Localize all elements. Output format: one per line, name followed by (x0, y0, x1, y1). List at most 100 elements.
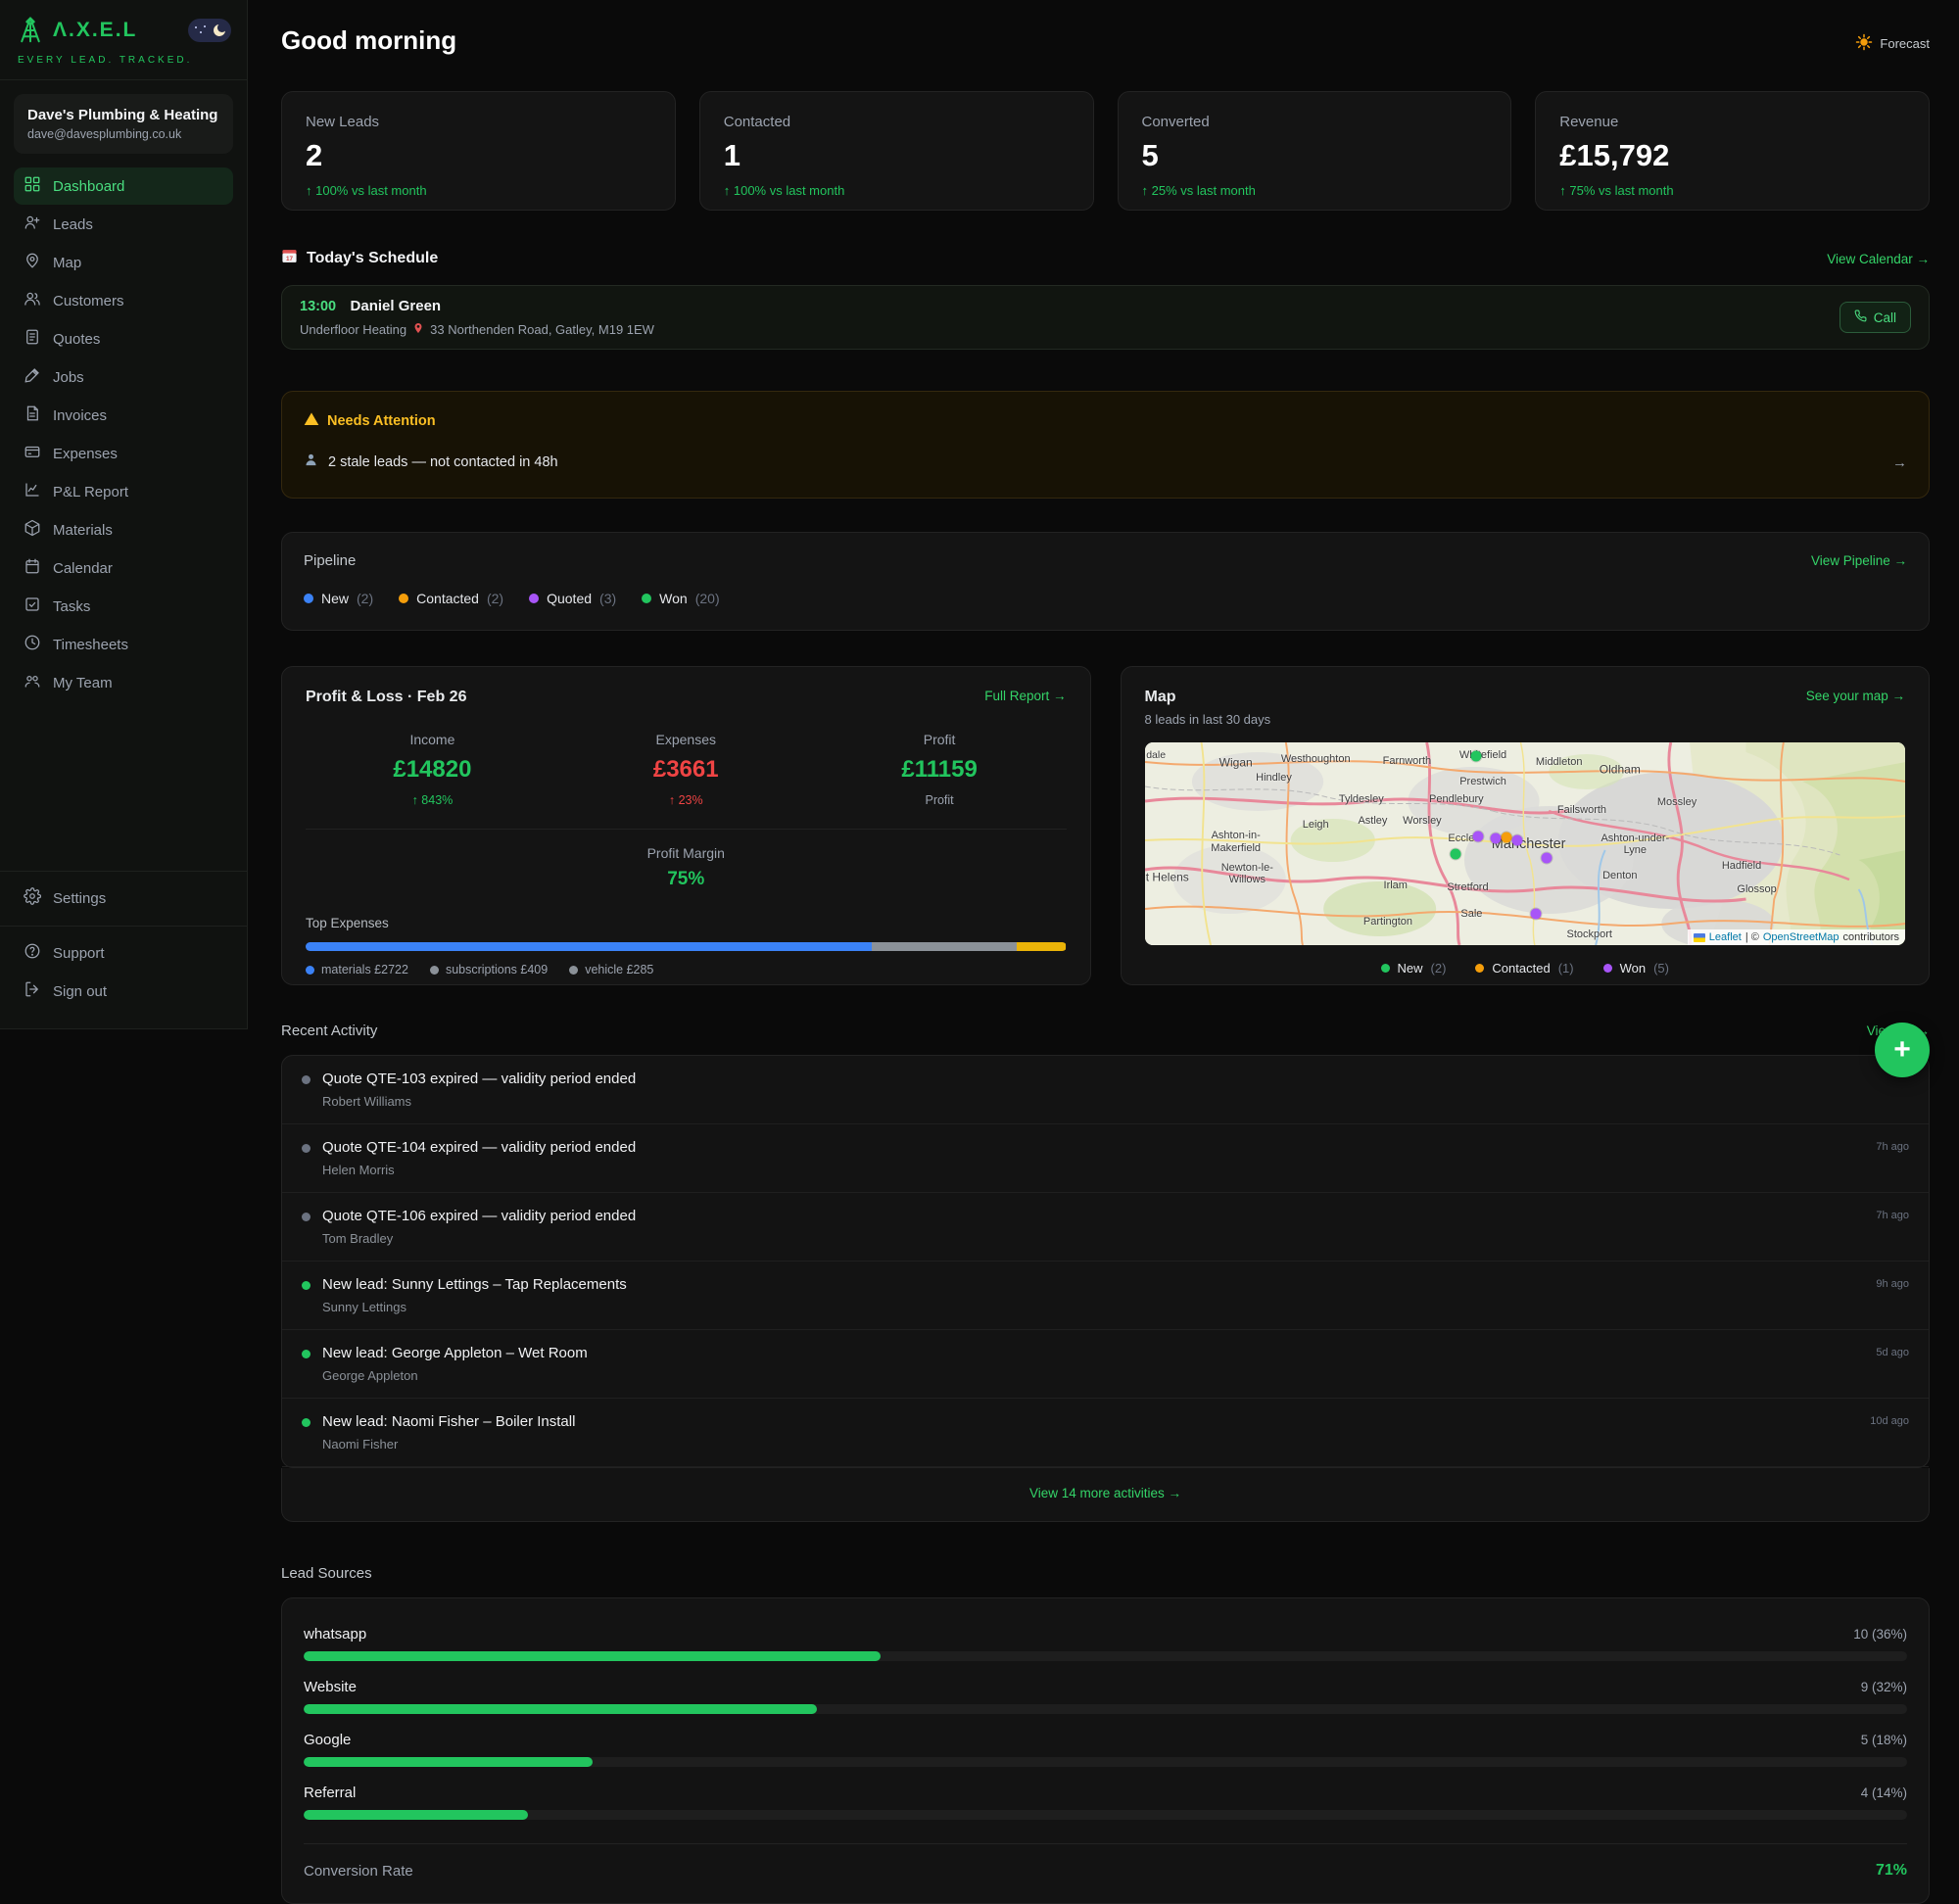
sidebar-item-quotes[interactable]: Quotes (14, 320, 233, 357)
lead-marker[interactable] (1502, 832, 1512, 842)
stat-value: 2 (306, 138, 651, 173)
leaflet-link[interactable]: Leaflet (1709, 931, 1742, 943)
map-legend-item-new: New (2) (1381, 961, 1447, 976)
map-town-label: Sale (1460, 908, 1482, 920)
map-town-label: Leigh (1303, 819, 1329, 831)
sidebar-item-expenses[interactable]: Expenses (14, 435, 233, 472)
activity-subtitle: Sunny Lettings (322, 1300, 1876, 1314)
activity-row[interactable]: New lead: Naomi Fisher – Boiler Install … (282, 1399, 1929, 1467)
activity-row[interactable]: Quote QTE-103 expired — validity period … (282, 1056, 1929, 1124)
source-bar-track (304, 1757, 1907, 1767)
sidebar-item-settings[interactable]: Settings (14, 880, 233, 917)
stage-label: Quoted (547, 591, 592, 606)
phone-icon (1854, 309, 1867, 325)
sidebar-item-calendar[interactable]: Calendar (14, 549, 233, 587)
activity-title: Quote QTE-106 expired — validity period … (322, 1208, 1876, 1224)
lead-marker[interactable] (1471, 751, 1482, 762)
nav-item-label: Invoices (53, 407, 107, 424)
stat-delta: ↑ 100% vs last month (724, 183, 1070, 198)
lead-marker[interactable] (1542, 853, 1553, 864)
stage-label: Won (659, 591, 688, 606)
map-town-label: Newton-le- Willows (1221, 861, 1273, 884)
person-icon (304, 452, 318, 472)
page-title: Good morning (281, 25, 456, 56)
view-more-activities-link[interactable]: View 14 more activities → (1029, 1486, 1181, 1500)
map-town-label: Middleton (1536, 756, 1583, 768)
map-town-label: dale (1146, 751, 1166, 763)
sidebar-item-map[interactable]: Map (14, 244, 233, 281)
sidebar-item-customers[interactable]: Customers (14, 282, 233, 319)
source-bar-fill (304, 1757, 593, 1767)
main-content: Good morning Forecast New Leads 2 ↑ 100%… (248, 0, 1959, 1904)
sidebar-item-my-team[interactable]: My Team (14, 664, 233, 701)
expense-segment (306, 942, 872, 951)
nav-icon (24, 519, 41, 541)
lead-sources-title: Lead Sources (281, 1565, 372, 1582)
forecast-button[interactable]: Forecast (1855, 33, 1930, 54)
map-town-label: Stretford (1447, 881, 1488, 893)
map-town-label: Irlam (1384, 880, 1408, 891)
nav-item-label: Sign out (53, 983, 107, 1000)
source-bar-track (304, 1704, 1907, 1714)
full-report-link[interactable]: Full Report → (984, 689, 1066, 703)
see-your-map-link[interactable]: See your map → (1806, 689, 1905, 703)
map-legend-item-contacted: Contacted (1) (1475, 961, 1573, 976)
add-button[interactable]: + (1875, 1023, 1930, 1077)
activity-row[interactable]: New lead: Sunny Lettings – Tap Replaceme… (282, 1261, 1929, 1330)
stat-delta: ↑ 25% vs last month (1142, 183, 1488, 198)
lead-marker[interactable] (1451, 849, 1461, 860)
sidebar-item-invoices[interactable]: Invoices (14, 397, 233, 434)
top-expenses-bar (306, 942, 1067, 951)
needs-attention-card: Needs Attention 2 stale leads — not cont… (281, 391, 1930, 499)
account-card[interactable]: Dave's Plumbing & Heating dave@davesplum… (14, 94, 233, 154)
lead-marker[interactable] (1491, 833, 1502, 844)
lead-marker[interactable] (1473, 831, 1484, 841)
stat-card-revenue: Revenue £15,792 ↑ 75% vs last month (1535, 91, 1930, 211)
top-expenses-legend: materials £2722 subscriptions £409 vehic… (306, 963, 1067, 976)
map-card: Map 8 leads in last 30 days See your map… (1121, 666, 1931, 985)
activity-title: New lead: Naomi Fisher – Boiler Install (322, 1413, 1870, 1430)
view-calendar-link[interactable]: View Calendar → (1827, 252, 1930, 266)
activity-row[interactable]: Quote QTE-106 expired — validity period … (282, 1193, 1929, 1261)
nav-item-label: My Team (53, 675, 113, 691)
expense-name: vehicle £285 (585, 963, 653, 976)
sidebar-item-support[interactable]: Support (14, 934, 233, 972)
schedule-card[interactable]: 13:00 Daniel Green Underfloor Heating 33… (281, 285, 1930, 350)
moon-icon (212, 23, 227, 38)
svg-text:17: 17 (286, 256, 294, 262)
sidebar-item-sign-out[interactable]: Sign out (14, 973, 233, 1010)
nav-item-label: Support (53, 945, 105, 962)
lead-marker[interactable] (1511, 835, 1522, 846)
sidebar-item-materials[interactable]: Materials (14, 511, 233, 548)
expense-legend-item: vehicle £285 (569, 963, 653, 976)
lead-marker[interactable] (1530, 908, 1541, 919)
lead-sources-list: whatsapp 10 (36%) Website 9 (32%) (304, 1626, 1907, 1820)
stat-label: New Leads (306, 114, 651, 130)
call-button[interactable]: Call (1840, 302, 1911, 333)
sidebar-item-jobs[interactable]: Jobs (14, 358, 233, 396)
activity-title: Quote QTE-104 expired — validity period … (322, 1139, 1876, 1156)
sidebar-item-leads[interactable]: Leads (14, 206, 233, 243)
stale-leads-row[interactable]: 2 stale leads — not contacted in 48h → (304, 452, 1907, 472)
sidebar-item-dashboard[interactable]: Dashboard (14, 167, 233, 205)
activity-subtitle: Helen Morris (322, 1163, 1876, 1177)
source-name: Google (304, 1732, 351, 1748)
activity-title: Quote QTE-103 expired — validity period … (322, 1071, 1909, 1087)
sidebar-item-timesheets[interactable]: Timesheets (14, 626, 233, 663)
pnl-metric-delta: Profit (813, 793, 1067, 807)
activity-row[interactable]: New lead: George Appleton – Wet Room Geo… (282, 1330, 1929, 1399)
activity-row[interactable]: Quote QTE-104 expired — validity period … (282, 1124, 1929, 1193)
map-town-label: Prestwich (1459, 776, 1506, 787)
view-pipeline-link[interactable]: View Pipeline → (1811, 553, 1907, 568)
dark-mode-toggle[interactable] (188, 19, 231, 42)
sidebar-item-p-l-report[interactable]: P&L Report (14, 473, 233, 510)
map-town-label: Stockport (1567, 928, 1612, 940)
sidebar-item-tasks[interactable]: Tasks (14, 588, 233, 625)
leaflet-map[interactable]: dale Wigan Westhoughton Farnworth Whitef… (1145, 742, 1906, 945)
map-town-label: Farnworth (1383, 755, 1432, 767)
arrow-right-icon: → (1892, 454, 1907, 471)
nav-item-label: Tasks (53, 598, 90, 615)
openstreetmap-link[interactable]: OpenStreetMap (1763, 931, 1840, 943)
activity-subtitle: Naomi Fisher (322, 1437, 1870, 1452)
stat-label: Contacted (724, 114, 1070, 130)
